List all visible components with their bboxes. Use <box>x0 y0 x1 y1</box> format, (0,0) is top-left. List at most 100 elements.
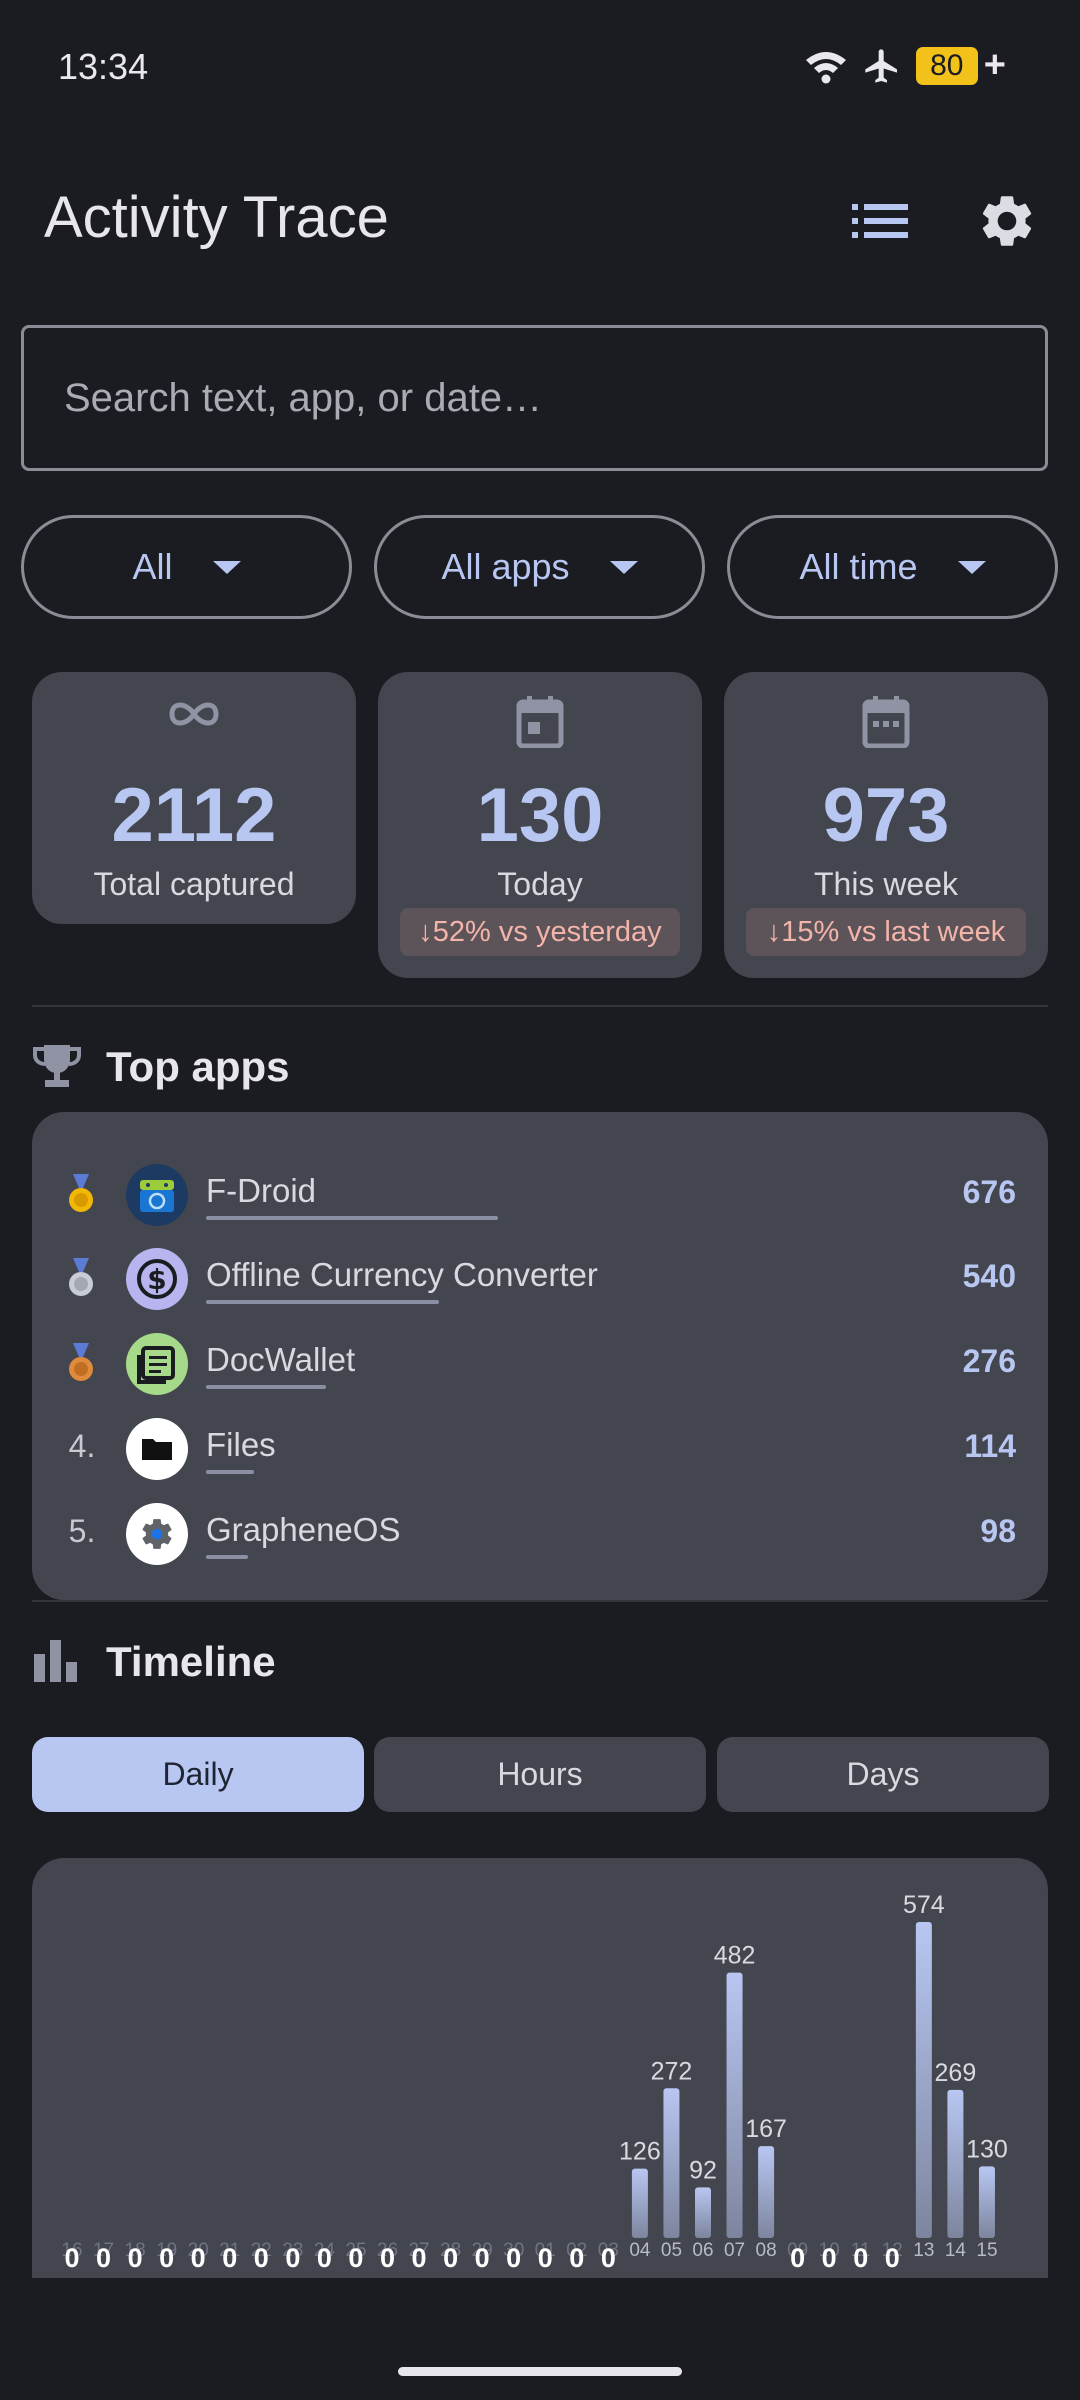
top-apps-title: Top apps <box>106 1043 290 1090</box>
currency-converter-app-icon: $ <box>126 1248 188 1310</box>
apps-filter-dropdown[interactable]: All apps <box>374 515 705 619</box>
bar-value-label: 269 <box>935 2059 977 2087</box>
tab-days[interactable]: Days <box>717 1737 1049 1812</box>
usage-bar <box>206 1216 498 1220</box>
type-filter-dropdown[interactable]: All <box>21 515 352 619</box>
chevron-down-icon <box>212 560 241 574</box>
bar-value-label: 0 <box>128 2243 143 2273</box>
bar-value-label: 0 <box>285 2243 300 2273</box>
list-item[interactable]: F-Droid 676 <box>32 1154 1048 1238</box>
rank-label: 5. <box>68 1513 96 1549</box>
chart-bar[interactable] <box>758 2146 775 2238</box>
list-item[interactable]: DocWallet 276 <box>32 1323 1048 1407</box>
rank-label: 4. <box>68 1428 96 1464</box>
app-name: F-Droid <box>206 1172 317 1209</box>
stat-today-change-badge: ↓52% vs yesterday <box>400 908 680 956</box>
stat-week-change-badge: ↓15% vs last week <box>746 908 1026 956</box>
app-name: Files <box>206 1426 276 1463</box>
bar-value-label: 0 <box>538 2243 553 2273</box>
tab-hours[interactable]: Hours <box>374 1737 706 1812</box>
usage-bar <box>206 1470 254 1474</box>
infinity-icon <box>169 702 219 726</box>
fdroid-app-icon <box>126 1164 188 1226</box>
bar-value-label: 167 <box>745 2115 787 2143</box>
bar-value-label: 272 <box>651 2057 693 2085</box>
app-count: 676 <box>962 1174 1016 1210</box>
bar-value-label: 0 <box>222 2243 237 2273</box>
gear-icon[interactable] <box>976 190 1038 252</box>
chart-bar[interactable] <box>663 2088 680 2238</box>
app-count: 276 <box>962 1343 1016 1379</box>
gold-medal-icon <box>69 1174 93 1212</box>
top-apps-card: F-Droid 676 $ Offline Currency Converter… <box>32 1112 1048 1600</box>
chevron-down-icon <box>957 560 986 574</box>
x-tick-label: 07 <box>724 2240 745 2261</box>
bar-value-label: 0 <box>159 2243 174 2273</box>
page-title: Activity Trace <box>44 185 389 250</box>
type-filter-label: All <box>132 546 173 587</box>
chart-bar[interactable] <box>978 2166 995 2238</box>
bar-value-label: 0 <box>822 2243 837 2273</box>
app-name: DocWallet <box>206 1341 356 1378</box>
stat-total-value: 2112 <box>111 773 277 858</box>
timeline-title: Timeline <box>106 1638 276 1685</box>
app-count: 114 <box>964 1428 1016 1464</box>
divider <box>32 1600 1048 1602</box>
bar-value-label: 482 <box>714 1942 756 1970</box>
search-input[interactable]: Search text, app, or date… <box>21 325 1048 471</box>
files-app-icon <box>126 1418 188 1480</box>
trophy-icon <box>33 1045 81 1087</box>
bar-value-label: 0 <box>254 2243 269 2273</box>
time-filter-label: All time <box>799 546 918 587</box>
bar-value-label: 92 <box>689 2156 717 2184</box>
bronze-medal-icon <box>69 1343 93 1381</box>
list-icon[interactable] <box>850 196 910 246</box>
bar-chart-icon <box>34 1640 77 1682</box>
tab-daily[interactable]: Daily <box>32 1737 364 1812</box>
chart-bar[interactable] <box>695 2187 711 2238</box>
home-indicator[interactable] <box>398 2367 682 2376</box>
chevron-down-icon <box>609 560 638 574</box>
charging-plus-icon: + <box>983 44 1006 86</box>
apps-filter-label: All apps <box>441 546 570 587</box>
bar-value-label: 0 <box>348 2243 363 2273</box>
bar-value-label: 0 <box>412 2243 427 2273</box>
airplane-icon <box>865 48 897 83</box>
list-item[interactable]: $ Offline Currency Converter 540 <box>32 1238 1048 1322</box>
wifi-icon <box>805 51 846 83</box>
stat-week-value: 973 <box>822 773 950 858</box>
stat-card-today: 130 Today ↓52% vs yesterday <box>378 672 702 978</box>
bar-value-label: 0 <box>885 2243 900 2273</box>
grapheneos-app-icon <box>126 1503 188 1565</box>
app-name: Offline Currency Converter <box>206 1256 598 1293</box>
timeline-chart-card: 16 0 17 0 18 0 19 0 20 0 21 0 22 0 23 0 24 0 25 0 26 0 27 0 28 0 2… <box>32 1858 1048 2278</box>
battery-icon: 80 <box>915 46 978 85</box>
timeline-chart: 160 170 180 190 200 210 220 230 240 250 260 270 280 2… <box>61 1891 1007 2273</box>
app-count: 98 <box>980 1513 1016 1549</box>
chart-bar[interactable] <box>947 2089 964 2238</box>
chart-bar[interactable] <box>915 1922 932 2238</box>
docwallet-app-icon <box>126 1333 188 1395</box>
list-item[interactable]: 5. GrapheneOS 98 <box>32 1493 1048 1577</box>
search-placeholder: Search text, app, or date… <box>64 376 543 420</box>
bar-value-label: 0 <box>317 2243 332 2273</box>
stat-week-label: This week <box>813 866 959 902</box>
bar-value-label: 0 <box>191 2243 206 2273</box>
x-tick-label: 13 <box>913 2240 934 2261</box>
bar-value-label: 574 <box>903 1891 945 1919</box>
usage-bar <box>206 1300 439 1304</box>
chart-bar[interactable] <box>631 2168 648 2238</box>
time-filter-dropdown[interactable]: All time <box>727 515 1058 619</box>
x-tick-label: 06 <box>692 2240 713 2261</box>
x-tick-label: 08 <box>756 2240 777 2261</box>
status-icons: 80 + <box>804 44 1006 87</box>
stat-today-value: 130 <box>476 773 604 858</box>
list-item[interactable]: 4. Files 114 <box>32 1408 1048 1492</box>
stat-card-week: 973 This week ↓15% vs last week <box>724 672 1048 978</box>
x-tick-label: 15 <box>976 2240 997 2261</box>
bar-value-label: 0 <box>790 2243 805 2273</box>
bar-value-label: 0 <box>380 2243 395 2273</box>
bar-value-label: 0 <box>475 2243 490 2273</box>
divider <box>32 1005 1048 1007</box>
chart-bar[interactable] <box>726 1972 743 2238</box>
